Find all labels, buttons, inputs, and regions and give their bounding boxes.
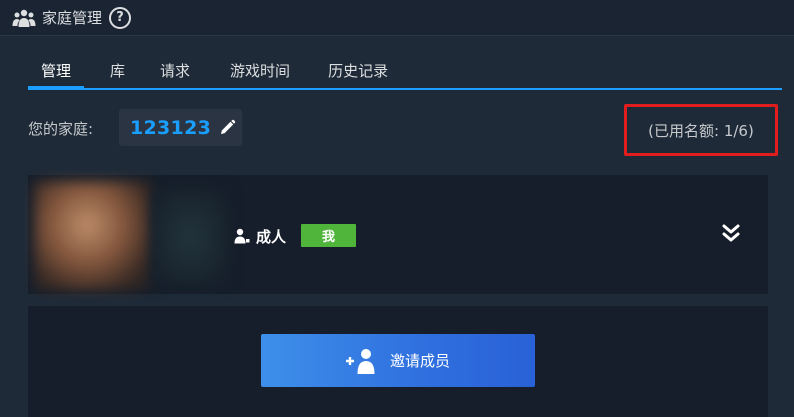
- invite-member-button[interactable]: 邀请成员: [261, 334, 535, 387]
- add-person-icon: [345, 348, 375, 374]
- tab-bar: 管理 库 请求 游戏时间 历史记录: [28, 54, 782, 90]
- tab-history[interactable]: 历史记录: [308, 54, 401, 88]
- family-management-window: 家庭管理 ? 管理 库 请求 游戏时间 历史记录 您的家庭: 123123 (已…: [0, 0, 794, 417]
- title-bar: 家庭管理 ?: [0, 0, 794, 36]
- family-name: 123123: [130, 116, 212, 139]
- invite-button-label: 邀请成员: [389, 352, 450, 370]
- avatar-background: [152, 189, 228, 285]
- quota-indicator: (已用名额: 1/6): [624, 104, 778, 156]
- avatar: [34, 181, 152, 291]
- pencil-icon[interactable]: [219, 119, 236, 136]
- member-role: 成人: [234, 225, 286, 247]
- family-name-box[interactable]: 123123: [119, 109, 242, 146]
- family-icon: [12, 9, 36, 27]
- double-chevron-down-icon[interactable]: [721, 223, 741, 245]
- me-badge: 我: [301, 224, 356, 247]
- person-icon: [234, 228, 250, 244]
- family-label: 您的家庭:: [28, 120, 94, 138]
- tab-manage[interactable]: 管理: [28, 54, 85, 90]
- member-card: 成人 我: [28, 175, 768, 294]
- tab-requests[interactable]: 请求: [140, 54, 208, 88]
- role-label: 成人: [256, 227, 287, 246]
- window-title: 家庭管理: [42, 9, 103, 27]
- help-circle-icon[interactable]: ?: [109, 6, 132, 29]
- tab-library[interactable]: 库: [84, 54, 140, 88]
- tab-playtime[interactable]: 游戏时间: [208, 54, 308, 88]
- invite-area: 邀请成员: [28, 306, 768, 417]
